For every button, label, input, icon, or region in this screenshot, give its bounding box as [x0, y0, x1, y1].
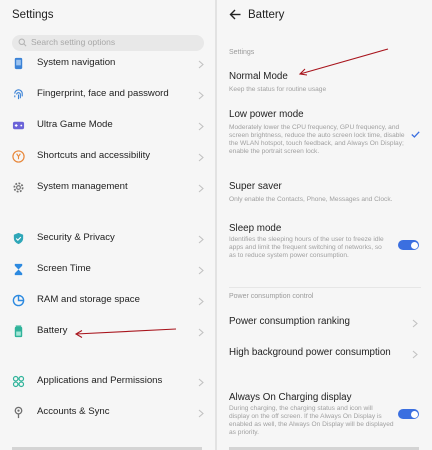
option-super-saver[interactable]: Super saver	[229, 181, 282, 192]
back-arrow-icon[interactable]	[229, 9, 241, 20]
fingerprint-icon	[14, 89, 23, 100]
settings-item-shortcuts[interactable]: Shortcuts and accessibility	[0, 144, 215, 170]
settings-item-ram-storage[interactable]: RAM and storage space	[0, 288, 215, 314]
settings-item-label: Ultra Game Mode	[37, 119, 113, 130]
search-icon	[18, 38, 27, 47]
settings-item-label: System navigation	[37, 57, 116, 68]
settings-item-battery[interactable]: Battery	[0, 319, 215, 345]
settings-item-label: Applications and Permissions	[37, 375, 163, 386]
settings-item-security[interactable]: Security & Privacy	[0, 226, 215, 252]
settings-title: Settings	[12, 9, 54, 21]
settings-item-label: Screen Time	[37, 263, 91, 274]
battery-title: Battery	[248, 9, 285, 21]
normal-mode-description: Keep the status for routine usage	[229, 86, 327, 93]
settings-item-accounts-sync[interactable]: Accounts & Sync	[0, 400, 215, 426]
battery-icon	[14, 325, 23, 338]
settings-item-label: System management	[37, 181, 128, 192]
chevron-right-icon	[198, 153, 204, 162]
phone-icon	[14, 57, 23, 70]
aod-toggle[interactable]	[398, 409, 419, 419]
gear-icon	[13, 182, 24, 193]
search-placeholder: Search setting options	[31, 37, 116, 47]
settings-item-fingerprint[interactable]: Fingerprint, face and password	[0, 82, 215, 108]
gamepad-icon	[12, 121, 25, 130]
settings-item-system-management[interactable]: System management	[0, 175, 215, 201]
chevron-right-icon	[198, 328, 204, 337]
divider	[229, 287, 421, 288]
apps-icon	[12, 375, 25, 388]
chevron-right-icon	[198, 409, 204, 418]
settings-item-label: Accounts & Sync	[37, 406, 110, 417]
section-header-power-consumption: Power consumption control	[229, 293, 314, 300]
super-saver-description: Only enable the Contacts, Phone, Message…	[229, 196, 393, 203]
chevron-right-icon	[198, 91, 204, 100]
chevron-right-icon	[198, 266, 204, 275]
chevron-right-icon	[198, 235, 204, 244]
sleep-mode-toggle[interactable]	[398, 240, 419, 250]
settings-item-label: Fingerprint, face and password	[37, 88, 169, 99]
option-power-consumption-ranking[interactable]: Power consumption ranking	[229, 316, 350, 327]
chevron-right-icon	[198, 378, 204, 387]
option-high-background-power[interactable]: High background power consumption	[229, 347, 391, 358]
search-input[interactable]: Search setting options	[12, 35, 204, 51]
settings-item-label: Security & Privacy	[37, 232, 115, 243]
option-always-on-charging-display: Always On Charging display	[229, 392, 352, 403]
option-low-power-mode[interactable]: Low power mode	[229, 109, 304, 120]
aod-description: During charging, the charging status and…	[229, 405, 394, 436]
hand-icon	[12, 150, 25, 163]
pie-chart-icon	[12, 294, 25, 307]
sleep-mode-description: Identifies the sleeping hours of the use…	[229, 236, 384, 259]
account-icon	[14, 406, 23, 419]
checkmark-icon	[411, 131, 420, 138]
low-power-description: Moderately lower the CPU frequency, GPU …	[229, 124, 405, 155]
chevron-right-icon	[198, 184, 204, 193]
chevron-right-icon	[412, 319, 418, 328]
settings-item-applications[interactable]: Applications and Permissions	[0, 369, 215, 395]
chevron-right-icon	[198, 122, 204, 131]
settings-item-label: RAM and storage space	[37, 294, 140, 305]
settings-item-label: Battery	[37, 325, 68, 336]
settings-item-screen-time[interactable]: Screen Time	[0, 257, 215, 283]
toggle-knob	[410, 410, 418, 418]
option-sleep-mode: Sleep mode	[229, 223, 282, 234]
settings-item-ultra-game-mode[interactable]: Ultra Game Mode	[0, 113, 215, 139]
section-header-settings: Settings	[229, 49, 255, 56]
shield-icon	[13, 232, 24, 245]
toggle-knob	[410, 241, 418, 249]
hourglass-icon	[14, 263, 23, 276]
chevron-right-icon	[198, 60, 204, 69]
settings-item-system-navigation[interactable]: System navigation	[0, 51, 215, 77]
chevron-right-icon	[198, 297, 204, 306]
settings-item-label: Shortcuts and accessibility	[37, 150, 151, 161]
chevron-right-icon	[412, 350, 418, 359]
option-normal-mode[interactable]: Normal Mode	[229, 71, 288, 82]
